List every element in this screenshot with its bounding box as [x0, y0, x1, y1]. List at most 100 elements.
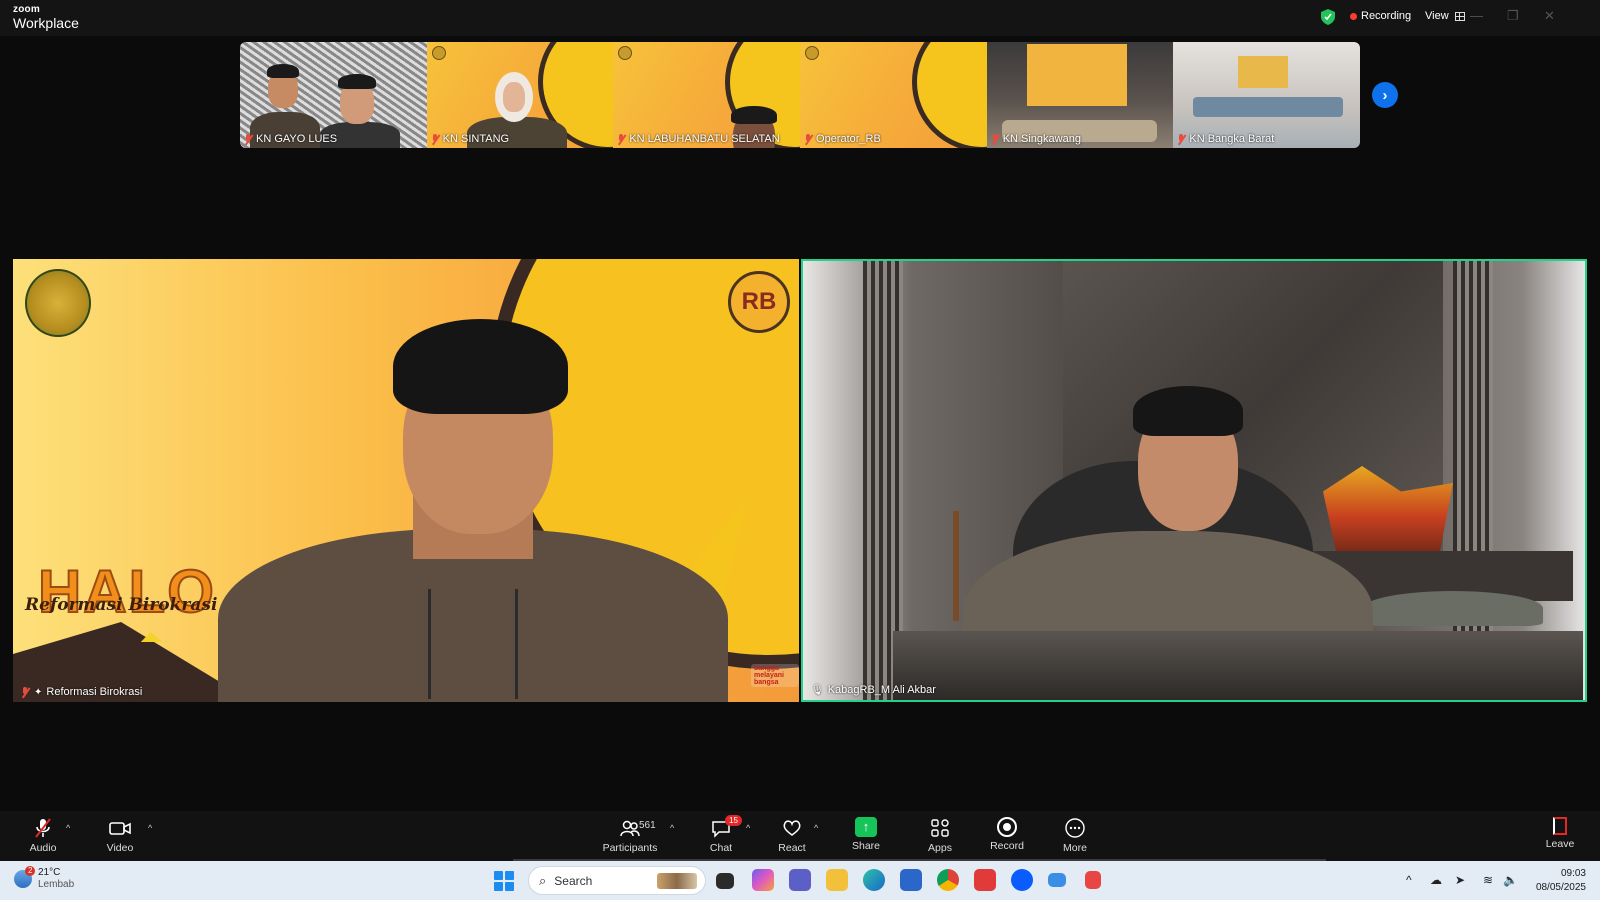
record-button[interactable]: Record: [975, 817, 1039, 852]
thumbnail-tile[interactable]: KN Bangka Barat: [1173, 42, 1360, 148]
video-options-caret-icon[interactable]: ^: [148, 823, 152, 833]
projector-screen: [1026, 44, 1127, 106]
edge-browser-icon[interactable]: [863, 869, 885, 891]
more-button[interactable]: More: [1043, 817, 1107, 854]
microsoft-store-icon[interactable]: [900, 869, 922, 891]
record-label: Record: [990, 840, 1024, 852]
view-label: View: [1425, 10, 1449, 22]
thumbnail-tile[interactable]: KN LABUHANBATU SELATAN: [613, 42, 801, 148]
video-tile-active-speaker[interactable]: 🎙 KabagRB_M Ali Akbar: [801, 259, 1587, 702]
lanyard: [428, 589, 518, 699]
taskbar-clock[interactable]: 09:03 08/05/2025: [1536, 867, 1586, 894]
leave-label: Leave: [1545, 838, 1575, 850]
participant-name: KabagRB_M Ali Akbar: [827, 684, 936, 696]
zoom-app-icon[interactable]: [1011, 869, 1033, 891]
unmuted-mic-icon: 🎙: [811, 684, 824, 696]
audio-label: Audio: [29, 842, 57, 854]
speaker-hair: [393, 319, 568, 414]
participant-hair: [267, 64, 299, 78]
share-label: Share: [851, 840, 881, 852]
participant-name: Reformasi Birokrasi: [46, 686, 143, 698]
file-explorer-icon[interactable]: [826, 869, 848, 891]
chat-options-caret-icon[interactable]: ^: [746, 823, 750, 833]
brand-small: zoom: [13, 4, 40, 15]
participant-name: KN LABUHANBATU SELATAN: [629, 133, 780, 145]
volume-icon[interactable]: 🔈: [1503, 873, 1518, 887]
participants-button[interactable]: 561 Participants: [598, 817, 662, 854]
recording-indicator[interactable]: Recording: [1350, 10, 1411, 22]
teams-icon[interactable]: [789, 869, 811, 891]
taskbar-search[interactable]: ⌕ Search: [528, 866, 706, 895]
thumbnail-tile[interactable]: Operator_RB: [800, 42, 987, 148]
copilot-icon[interactable]: [752, 869, 774, 891]
apps-label: Apps: [928, 842, 952, 854]
weather-widget[interactable]: 2 21°C Lembab: [14, 866, 74, 891]
meeting-toolbar: Audio ^ Video ^ 561 Participants ^ 15 Ch…: [0, 811, 1600, 861]
close-button[interactable]: ✕: [1544, 8, 1555, 24]
emblem-icon: [805, 46, 820, 60]
muted-mic-icon: [244, 133, 253, 145]
minimize-button[interactable]: —: [1470, 8, 1483, 23]
thumbnail-tile[interactable]: KN GAYO LUES: [240, 42, 427, 148]
windows-start-icon[interactable]: [494, 871, 514, 891]
video-label: Video: [106, 842, 134, 854]
thumbnail-name: Operator_RB: [804, 133, 881, 145]
chat-button[interactable]: 15 Chat: [689, 815, 753, 854]
video-tile-reformasi-birokrasi[interactable]: RB HALO Reformasi Birokrasi bangga melay…: [13, 259, 799, 702]
encryption-shield-icon[interactable]: [1321, 9, 1335, 25]
thumbnail-name: KN Bangka Barat: [1177, 133, 1274, 145]
bangga-melayani-logo: bangga melayani bangsa: [751, 664, 799, 687]
network-drive-icon[interactable]: ☁: [1430, 873, 1442, 887]
show-hidden-icons-chevron-icon[interactable]: ^: [1406, 873, 1412, 887]
video-button[interactable]: Video: [88, 817, 152, 854]
next-page-chevron-icon[interactable]: ›: [1372, 82, 1398, 108]
rb-logo: RB: [728, 271, 790, 333]
zoom-logo: zoom Workplace: [13, 4, 79, 31]
muted-mic-icon: [1177, 133, 1186, 145]
participant-name: KN GAYO LUES: [256, 133, 338, 145]
record-icon: [997, 817, 1017, 837]
share-button[interactable]: ↑ Share: [834, 817, 898, 852]
anydesk-icon[interactable]: [974, 869, 996, 891]
view-button[interactable]: View: [1425, 10, 1465, 22]
remote-desktop-icon[interactable]: [1048, 873, 1066, 887]
kejaksaan-emblem-icon: [25, 269, 91, 337]
react-label: React: [778, 842, 806, 854]
thumbnail-name: KN Singkawang: [991, 133, 1081, 145]
participant-thumbnail-strip: KN GAYO LUES KN SINTANG KN LABUHANBATU S…: [240, 42, 1360, 148]
video-name-tag: 🎙 KabagRB_M Ali Akbar: [811, 684, 936, 696]
participant-name: KN Singkawang: [1002, 133, 1081, 145]
apps-button[interactable]: Apps: [908, 817, 972, 854]
muted-mic-icon: [991, 133, 1000, 145]
chat-unread-badge: 15: [725, 815, 742, 826]
wifi-icon[interactable]: ≋: [1483, 873, 1493, 887]
participant-name: Operator_RB: [816, 133, 881, 145]
share-screen-icon: ↑: [855, 817, 877, 837]
time: 09:03: [1560, 868, 1586, 879]
brand-large: Workplace: [13, 15, 79, 31]
thumbnail-tile[interactable]: KN Singkawang: [986, 42, 1174, 148]
restore-button[interactable]: ❐: [1507, 8, 1519, 24]
react-options-caret-icon[interactable]: ^: [814, 823, 818, 833]
task-view-icon[interactable]: [716, 873, 734, 889]
search-highlight-image: [657, 872, 697, 889]
audio-options-caret-icon[interactable]: ^: [66, 823, 70, 833]
participants-options-caret-icon[interactable]: ^: [670, 823, 674, 833]
desk: [893, 631, 1583, 700]
chat-icon: [689, 817, 753, 839]
chrome-browser-icon[interactable]: [937, 869, 959, 891]
halo-banner-text: HALO: [37, 557, 216, 626]
snipping-tool-icon[interactable]: [1085, 871, 1101, 889]
leave-button[interactable]: Leave: [1528, 817, 1592, 850]
location-icon[interactable]: ➤: [1455, 873, 1465, 887]
reformasi-banner-text: Reformasi Birokrasi: [25, 595, 218, 615]
recording-label: Recording: [1361, 10, 1412, 22]
search-icon: ⌕: [539, 872, 547, 888]
windows-taskbar: 2 21°C Lembab ⌕ Search ^ ☁ ➤ ≋ 🔈 09:03 0…: [0, 861, 1600, 900]
muted-mic-icon: [431, 133, 440, 145]
thumbnail-tile[interactable]: KN SINTANG: [426, 42, 614, 148]
video-name-tag: ✦ Reformasi Birokrasi: [21, 686, 142, 698]
emblem-icon: [618, 46, 633, 60]
participant-hair: [338, 74, 376, 89]
thumbnail-name: KN GAYO LUES: [244, 133, 337, 145]
